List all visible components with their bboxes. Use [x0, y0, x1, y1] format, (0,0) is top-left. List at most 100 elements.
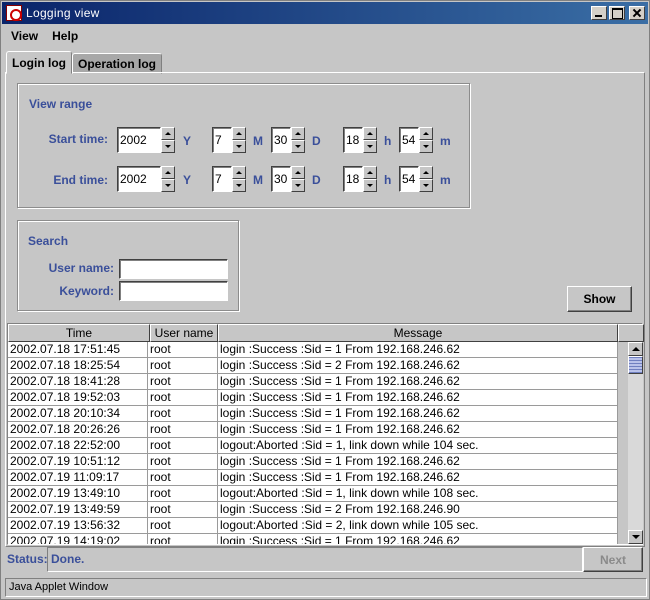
cell-time: 2002.07.19 11:09:17 [8, 470, 148, 486]
start-day-value[interactable]: 30 [271, 127, 291, 153]
start-hour-down-icon[interactable] [363, 140, 377, 153]
end-month-spinner[interactable]: 7 [212, 166, 246, 192]
end-day-up-icon[interactable] [291, 166, 305, 179]
start-year-up-icon[interactable] [161, 127, 175, 140]
minimize-icon[interactable] [591, 6, 607, 20]
table-row[interactable]: 2002.07.18 20:26:26 root login :Success :S… [8, 422, 618, 438]
end-time-label: End time: [53, 173, 108, 187]
table-row[interactable]: 2002.07.19 13:49:10 root logout:Aborted :S… [8, 486, 618, 502]
header-time[interactable]: Time [8, 324, 150, 342]
cell-user-name: root [148, 470, 218, 486]
keyword-input[interactable] [119, 281, 228, 301]
table-row[interactable]: 2002.07.18 22:52:00 root logout:Aborted :S… [8, 438, 618, 454]
start-hour-spinner[interactable]: 18 [343, 127, 377, 153]
tab-operation-log[interactable]: Operation log [71, 53, 162, 74]
start-day-down-icon[interactable] [291, 140, 305, 153]
cell-time: 2002.07.18 17:51:45 [8, 342, 148, 358]
table-header: Time User name Message [8, 324, 618, 342]
table-row[interactable]: 2002.07.18 17:51:45 root login :Success :S… [8, 342, 618, 358]
vertical-scrollbar[interactable] [628, 342, 643, 544]
start-day-up-icon[interactable] [291, 127, 305, 140]
cell-time: 2002.07.18 18:41:28 [8, 374, 148, 390]
end-hour-down-icon[interactable] [363, 179, 377, 192]
show-button[interactable]: Show [567, 286, 632, 312]
scroll-thumb[interactable] [628, 356, 643, 374]
end-minute-up-icon[interactable] [419, 166, 433, 179]
end-month-down-icon[interactable] [232, 179, 246, 192]
end-minute-value[interactable]: 54 [399, 166, 419, 192]
maximize-icon[interactable] [609, 6, 625, 20]
start-year-value[interactable]: 2002 [117, 127, 161, 153]
table-row[interactable]: 2002.07.18 19:52:03 root login :Success :S… [8, 390, 618, 406]
cell-user-name: root [148, 502, 218, 518]
start-month-value[interactable]: 7 [212, 127, 232, 153]
start-year-down-icon[interactable] [161, 140, 175, 153]
start-month-unit: M [253, 134, 263, 148]
end-year-up-icon[interactable] [161, 166, 175, 179]
start-minute-spinner[interactable]: 54 [399, 127, 433, 153]
start-month-spinner[interactable]: 7 [212, 127, 246, 153]
start-year-spinner[interactable]: 2002 [117, 127, 175, 153]
log-table: Time User name Message 2002.07.18 17:51:… [7, 323, 644, 545]
cell-user-name: root [148, 454, 218, 470]
end-hour-unit: h [384, 173, 392, 187]
cell-message: login :Success :Sid = 1 From 192.168.246… [218, 390, 618, 406]
end-month-up-icon[interactable] [232, 166, 246, 179]
end-day-spinner[interactable]: 30 [271, 166, 305, 192]
end-hour-spinner[interactable]: 18 [343, 166, 377, 192]
title-bar[interactable]: Logging view [2, 2, 648, 24]
start-day-spinner[interactable]: 30 [271, 127, 305, 153]
end-day-down-icon[interactable] [291, 179, 305, 192]
start-hour-value[interactable]: 18 [343, 127, 363, 153]
start-minute-value[interactable]: 54 [399, 127, 419, 153]
table-row[interactable]: 2002.07.19 11:09:17 root login :Success :S… [8, 470, 618, 486]
start-month-up-icon[interactable] [232, 127, 246, 140]
cell-user-name: root [148, 534, 218, 544]
end-month-value[interactable]: 7 [212, 166, 232, 192]
table-row[interactable]: 2002.07.19 13:56:32 root logout:Aborted :S… [8, 518, 618, 534]
cell-user-name: root [148, 358, 218, 374]
menu-view[interactable]: View [2, 29, 43, 43]
menu-bar: View Help [2, 25, 648, 47]
end-minute-down-icon[interactable] [419, 179, 433, 192]
header-message[interactable]: Message [218, 324, 618, 342]
tab-login-log[interactable]: Login log [6, 51, 72, 74]
close-icon[interactable] [629, 6, 645, 20]
end-day-value[interactable]: 30 [271, 166, 291, 192]
status-value: Done. [47, 547, 583, 572]
end-hour-up-icon[interactable] [363, 166, 377, 179]
user-name-input[interactable] [119, 259, 228, 279]
cell-time: 2002.07.19 13:49:10 [8, 486, 148, 502]
table-row[interactable]: 2002.07.18 18:25:54 root login :Success :S… [8, 358, 618, 374]
table-row[interactable]: 2002.07.18 20:10:34 root login :Success :S… [8, 406, 618, 422]
menu-help[interactable]: Help [43, 29, 83, 43]
start-month-down-icon[interactable] [232, 140, 246, 153]
cell-time: 2002.07.18 20:10:34 [8, 406, 148, 422]
cell-message: login :Success :Sid = 1 From 192.168.246… [218, 374, 618, 390]
end-hour-value[interactable]: 18 [343, 166, 363, 192]
next-button[interactable]: Next [583, 547, 643, 572]
table-row[interactable]: 2002.07.19 10:51:12 root login :Success :S… [8, 454, 618, 470]
start-minute-up-icon[interactable] [419, 127, 433, 140]
scroll-up-icon[interactable] [628, 342, 643, 356]
end-year-value[interactable]: 2002 [117, 166, 161, 192]
table-row[interactable]: 2002.07.19 13:49:59 root login :Success :S… [8, 502, 618, 518]
search-title: Search [28, 234, 69, 248]
start-minute-down-icon[interactable] [419, 140, 433, 153]
cell-time: 2002.07.18 18:25:54 [8, 358, 148, 374]
end-year-spinner[interactable]: 2002 [117, 166, 175, 192]
cell-message: login :Success :Sid = 1 From 192.168.246… [218, 422, 618, 438]
end-minute-spinner[interactable]: 54 [399, 166, 433, 192]
cell-user-name: root [148, 438, 218, 454]
table-row[interactable]: 2002.07.19 14:19:02 root login :Success :S… [8, 534, 618, 544]
start-hour-up-icon[interactable] [363, 127, 377, 140]
scroll-down-icon[interactable] [628, 530, 643, 544]
start-year-unit: Y [183, 134, 192, 148]
cell-message: login :Success :Sid = 1 From 192.168.246… [218, 470, 618, 486]
end-year-down-icon[interactable] [161, 179, 175, 192]
cell-user-name: root [148, 518, 218, 534]
table-row[interactable]: 2002.07.18 18:41:28 root login :Success :S… [8, 374, 618, 390]
header-user-name[interactable]: User name [150, 324, 218, 342]
end-minute-unit: m [440, 173, 451, 187]
cell-time: 2002.07.18 20:26:26 [8, 422, 148, 438]
